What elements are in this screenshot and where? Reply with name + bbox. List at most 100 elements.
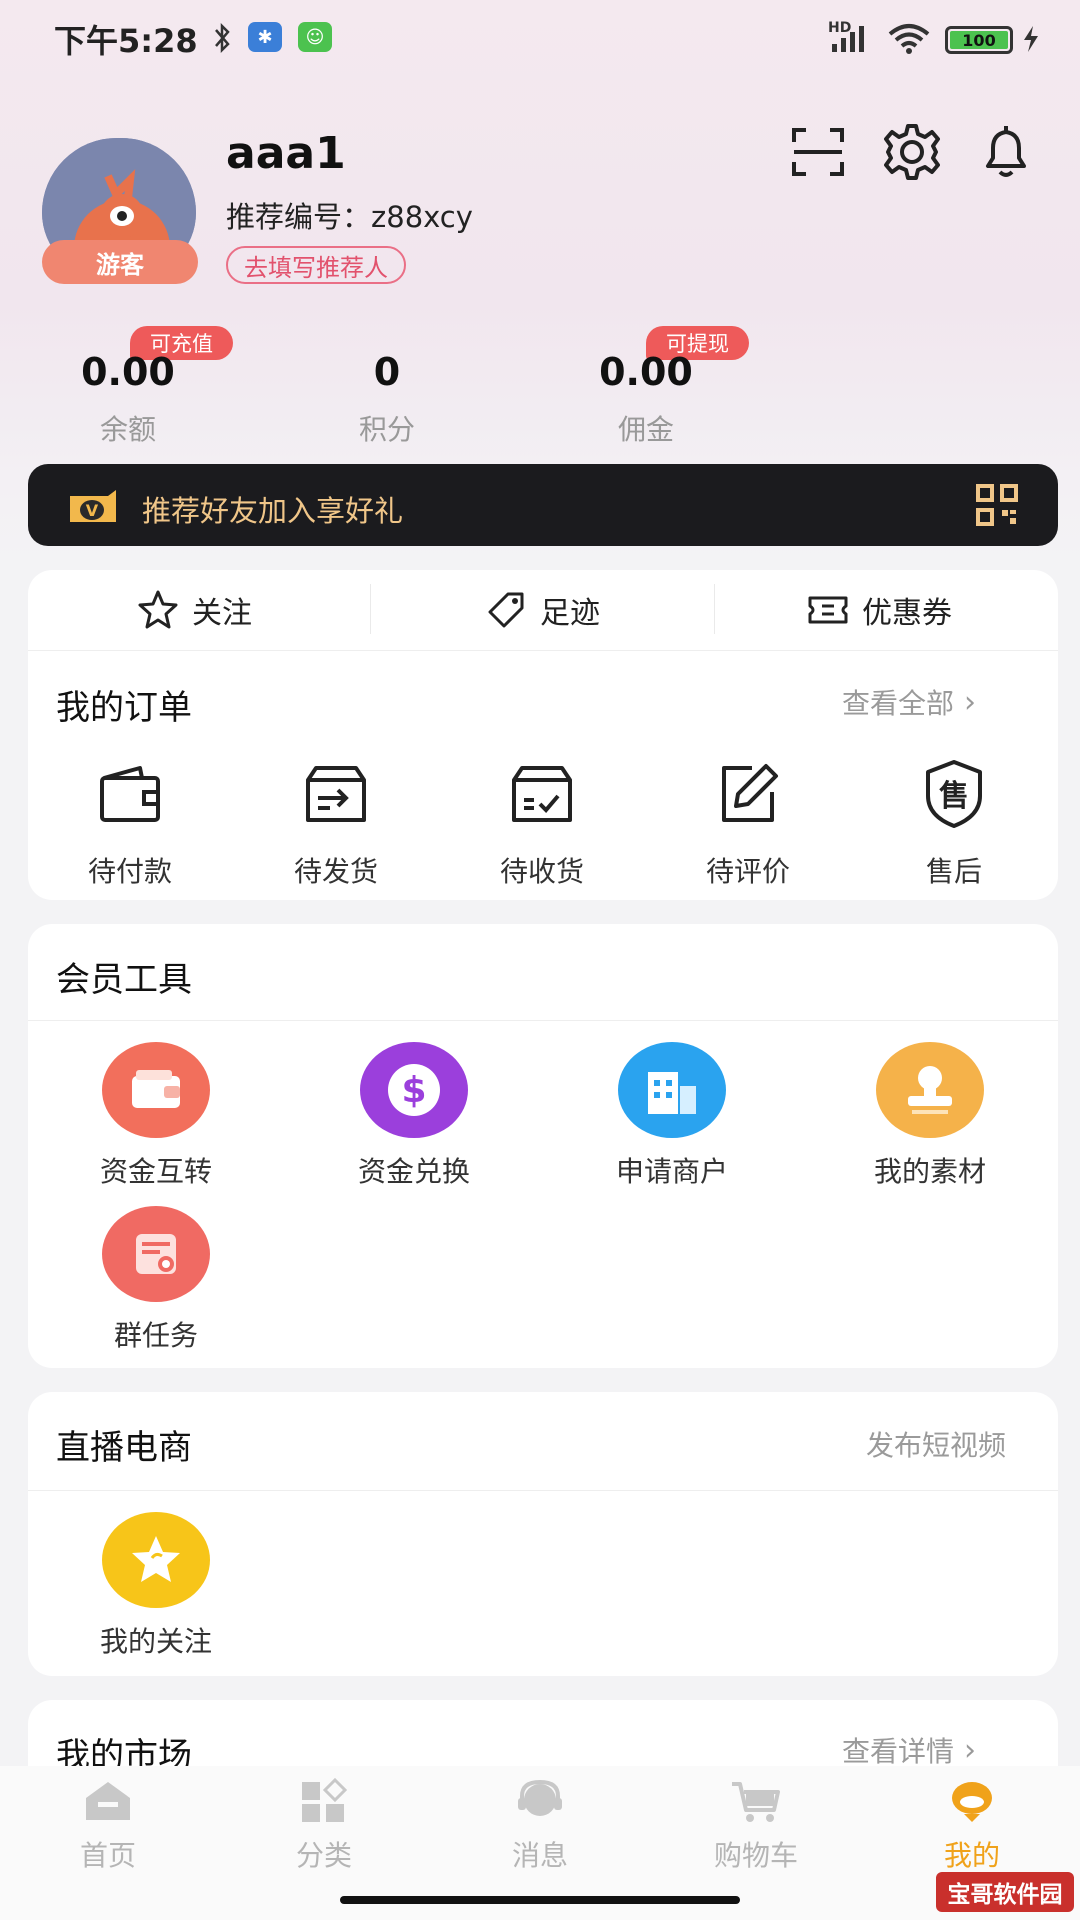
tool-group-task[interactable]: 群任务 [76, 1206, 236, 1354]
tool-apply-merchant[interactable]: 申请商户 [592, 1042, 752, 1190]
status-bar: 下午5:28 ✱ ☺ HD 100 [0, 0, 1080, 80]
referral-code-value: z88xcy [371, 200, 473, 234]
order-after-sale[interactable]: 售 售后 [894, 758, 1014, 890]
coupon-icon [808, 596, 848, 624]
divider [28, 1020, 1058, 1021]
order-label: 待收货 [499, 855, 584, 888]
tool-label: 申请商户 [615, 1155, 728, 1188]
tool-my-materials[interactable]: 我的素材 [850, 1042, 1010, 1190]
footprint-link[interactable]: 足迹 [484, 580, 600, 640]
chevron-right-icon: › [964, 684, 977, 720]
message-icon [518, 1779, 562, 1816]
battery-level: 100 [950, 31, 1008, 50]
balance-value: 0.00 [81, 350, 175, 394]
category-icon [302, 1777, 348, 1822]
dollar-icon: $ [360, 1042, 468, 1138]
nav-mine[interactable]: 我的 [912, 1778, 1032, 1874]
cart-icon [732, 1782, 780, 1822]
qr-code-icon[interactable] [976, 484, 1018, 526]
nav-messages[interactable]: 消息 [480, 1778, 600, 1874]
commission-value: 0.00 [599, 350, 693, 394]
vip-wallet-icon: V [70, 490, 116, 522]
divider [28, 650, 1058, 651]
member-tools-title: 会员工具 [56, 960, 192, 1000]
chevron-right-icon: › [964, 1732, 977, 1768]
nav-label: 首页 [79, 1839, 136, 1872]
referral-code-label: 推荐编号： [226, 200, 372, 234]
commission-label: 佣金 [617, 413, 674, 446]
order-label: 待评价 [705, 855, 790, 888]
points-label: 积分 [358, 413, 415, 446]
order-pending-shipment[interactable]: 待发货 [276, 758, 396, 890]
task-card-icon [102, 1206, 210, 1302]
svg-text:售: 售 [939, 779, 969, 814]
divider [370, 584, 371, 634]
fill-referrer-button[interactable]: 去填写推荐人 [226, 246, 406, 284]
wallet-icon [100, 766, 160, 822]
live-label: 我的关注 [99, 1625, 212, 1658]
tool-fund-exchange[interactable]: $ 资金兑换 [334, 1042, 494, 1190]
notification-bell-icon[interactable] [976, 122, 1036, 182]
nav-label: 消息 [511, 1839, 568, 1872]
order-pending-payment[interactable]: 待付款 [70, 758, 190, 890]
android-app-icon: ☺ [298, 22, 332, 52]
guest-badge: 游客 [42, 240, 198, 284]
divider [714, 584, 715, 634]
order-pending-receipt[interactable]: 待收货 [482, 758, 602, 890]
tool-label: 资金互转 [99, 1155, 212, 1188]
tool-label: 群任务 [113, 1319, 198, 1352]
nav-label: 分类 [295, 1839, 352, 1872]
nav-category[interactable]: 分类 [264, 1777, 384, 1874]
divider [28, 1490, 1058, 1491]
balance-stat[interactable]: 0.00 余额 [18, 350, 238, 448]
follow-label: 关注 [192, 596, 252, 631]
bluetooth-icon [215, 22, 230, 54]
home-icon [86, 1782, 130, 1820]
orders-title: 我的订单 [56, 688, 192, 728]
follow-link[interactable]: 关注 [136, 580, 252, 640]
nav-label: 购物车 [713, 1839, 798, 1872]
commission-stat[interactable]: 0.00 佣金 [536, 350, 756, 448]
signal-icon [832, 26, 864, 52]
order-label: 待付款 [87, 855, 172, 888]
tool-fund-transfer[interactable]: 资金互转 [76, 1042, 236, 1190]
nav-home[interactable]: 首页 [48, 1778, 168, 1874]
battery-indicator: 100 [945, 26, 1013, 54]
wallet-transfer-icon [102, 1042, 210, 1138]
points-value: 0 [373, 350, 401, 394]
order-pending-review[interactable]: 待评价 [688, 758, 808, 890]
publish-video-link[interactable]: 发布短视频 [866, 1424, 1006, 1464]
order-label: 售后 [925, 855, 982, 888]
market-details-label: 查看详情 [842, 1735, 955, 1768]
order-label: 待发货 [293, 855, 378, 888]
settings-gear-icon[interactable] [882, 122, 942, 182]
coupon-label: 优惠券 [862, 596, 952, 631]
username: aaa1 [226, 128, 346, 179]
svg-text:V: V [86, 501, 99, 520]
building-icon [618, 1042, 726, 1138]
svg-text:$: $ [401, 1070, 426, 1111]
live-commerce-title: 直播电商 [56, 1428, 192, 1468]
market-details-link[interactable]: 查看详情 › [842, 1730, 976, 1770]
scan-icon[interactable] [788, 122, 848, 182]
ship-box-icon [306, 766, 366, 822]
status-time: 下午5:28 [54, 22, 198, 60]
tag-icon [488, 592, 524, 628]
wifi-icon [888, 24, 930, 54]
after-sale-shield-icon: 售 [926, 760, 982, 828]
watermark: 宝哥软件园 [936, 1872, 1074, 1912]
points-stat[interactable]: 0 积分 [277, 350, 497, 448]
view-all-orders-link[interactable]: 查看全部 › [842, 682, 976, 722]
star-icon [138, 590, 178, 629]
live-my-follows[interactable]: 我的关注 [76, 1512, 236, 1660]
invite-text: 推荐好友加入享好礼 [142, 494, 404, 528]
home-indicator[interactable] [340, 1896, 740, 1904]
view-all-label: 查看全部 [842, 687, 955, 720]
nav-label: 我的 [943, 1839, 1000, 1872]
nav-cart[interactable]: 购物车 [696, 1778, 816, 1874]
edit-review-icon [722, 764, 778, 822]
balance-label: 余额 [99, 413, 156, 446]
coupon-link[interactable]: 优惠券 [806, 580, 952, 640]
mine-icon [952, 1782, 992, 1822]
star-circle-icon [102, 1512, 210, 1608]
